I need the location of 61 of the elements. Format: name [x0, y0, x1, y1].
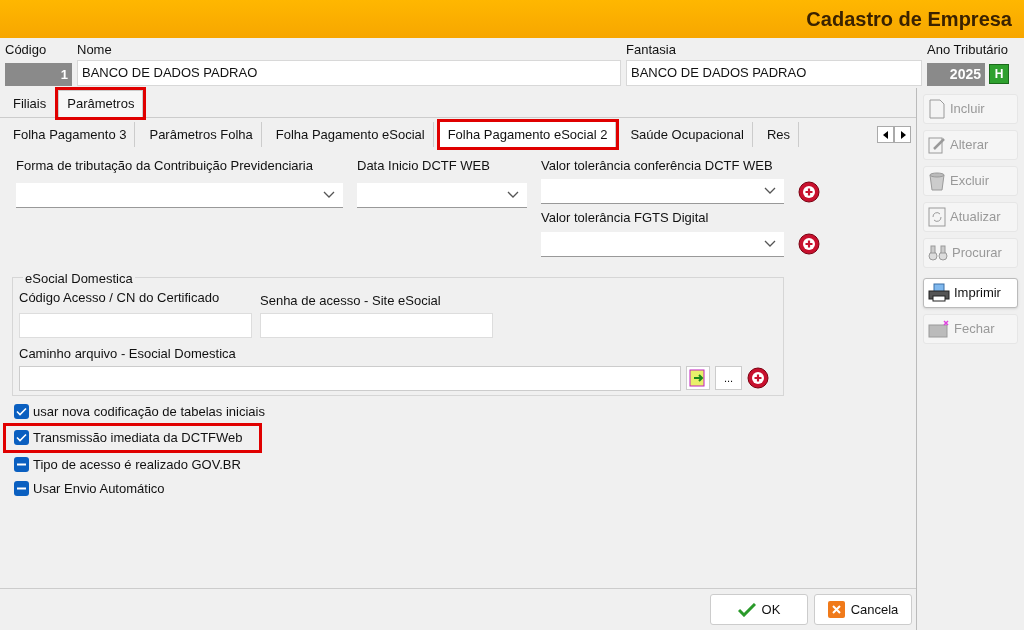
- tab[interactable]: Saúde Ocupacional: [622, 121, 753, 148]
- dropdown[interactable]: [541, 231, 784, 257]
- add-icon[interactable]: [798, 180, 820, 203]
- check-icon: [737, 602, 756, 617]
- page-icon: [928, 98, 946, 119]
- ok-button[interactable]: OK: [710, 594, 808, 625]
- scroll-right-button[interactable]: [894, 126, 911, 143]
- tab[interactable]: Folha Pagamento eSocial: [267, 121, 434, 148]
- chevron-down-icon: [323, 191, 335, 199]
- code-field: 1: [5, 62, 72, 86]
- toolbar-button[interactable]: Imprimir: [923, 277, 1018, 308]
- tab[interactable]: Folha Pagamento eSocial 2: [439, 121, 617, 148]
- right-arrow-icon: [899, 130, 906, 139]
- checkbox[interactable]: [14, 456, 29, 472]
- field-label: Nome: [77, 41, 113, 59]
- dropdown[interactable]: [541, 179, 784, 204]
- chevron-down-icon: [764, 239, 776, 248]
- tab[interactable]: Folha Pagamento 3: [5, 121, 136, 148]
- pencil-icon: [928, 134, 946, 155]
- refresh-icon: [928, 206, 946, 227]
- chevron-down-icon: [507, 191, 519, 199]
- scroll-left-button[interactable]: [877, 126, 894, 143]
- tab[interactable]: Res: [758, 121, 799, 148]
- field-label: Valor tolerância conferência DCTF WEB: [541, 156, 774, 175]
- door-icon: [928, 319, 950, 338]
- input-field[interactable]: [260, 313, 493, 338]
- checkbox-label: Usar Envio Automático: [33, 480, 165, 498]
- field-label: Forma de tributação da Contribuição Previdenciaria: [16, 156, 314, 175]
- checkbox[interactable]: [14, 481, 29, 497]
- dropdown[interactable]: [16, 183, 343, 208]
- field-label: Caminho arquivo - Esocial Domestica: [19, 345, 237, 363]
- checkbox-label: Transmissão imediata da DCTFWeb: [33, 429, 243, 447]
- cancel-button[interactable]: Cancela: [814, 594, 912, 625]
- add-icon[interactable]: [747, 367, 769, 389]
- field-label: Valor tolerância FGTS Digital: [541, 209, 710, 227]
- input-field[interactable]: [19, 313, 252, 338]
- browse-button[interactable]: ...: [715, 366, 742, 390]
- field-label: Ano Tributário: [927, 41, 1009, 59]
- field-label: Data Inicio DCTF WEB: [357, 156, 491, 175]
- trade-name-field[interactable]: BANCO DE DADOS PADRAO: [626, 59, 922, 86]
- field-label: Código Acesso / CN do Certificado: [19, 288, 221, 307]
- field-label: Fantasia: [626, 41, 677, 59]
- chevron-down-icon: [764, 187, 776, 195]
- tab[interactable]: Parâmetros Folha: [141, 121, 262, 148]
- cancel-icon: [827, 601, 845, 618]
- name-field[interactable]: BANCO DE DADOS PADRAO: [77, 59, 621, 86]
- field-label: Senha de acesso - Site eSocial: [260, 291, 442, 310]
- path-field[interactable]: [19, 365, 681, 391]
- file-button[interactable]: [686, 366, 710, 390]
- left-arrow-icon: [882, 130, 889, 139]
- add-icon[interactable]: [798, 233, 820, 255]
- checkbox-label: Tipo de acesso é realizado GOV.BR: [33, 455, 241, 474]
- binoculars-icon: [928, 243, 948, 262]
- window-title: Cadastro de Empresa: [806, 7, 1012, 32]
- checkbox-label: usar nova codificação de tabelas iniciais: [33, 402, 265, 421]
- year-field: 2025: [927, 62, 985, 86]
- field-label: Código: [5, 41, 48, 59]
- bin-icon: [928, 170, 946, 191]
- dropdown[interactable]: [357, 183, 527, 208]
- printer-icon: [928, 282, 950, 303]
- tab[interactable]: Parâmetros: [58, 90, 144, 117]
